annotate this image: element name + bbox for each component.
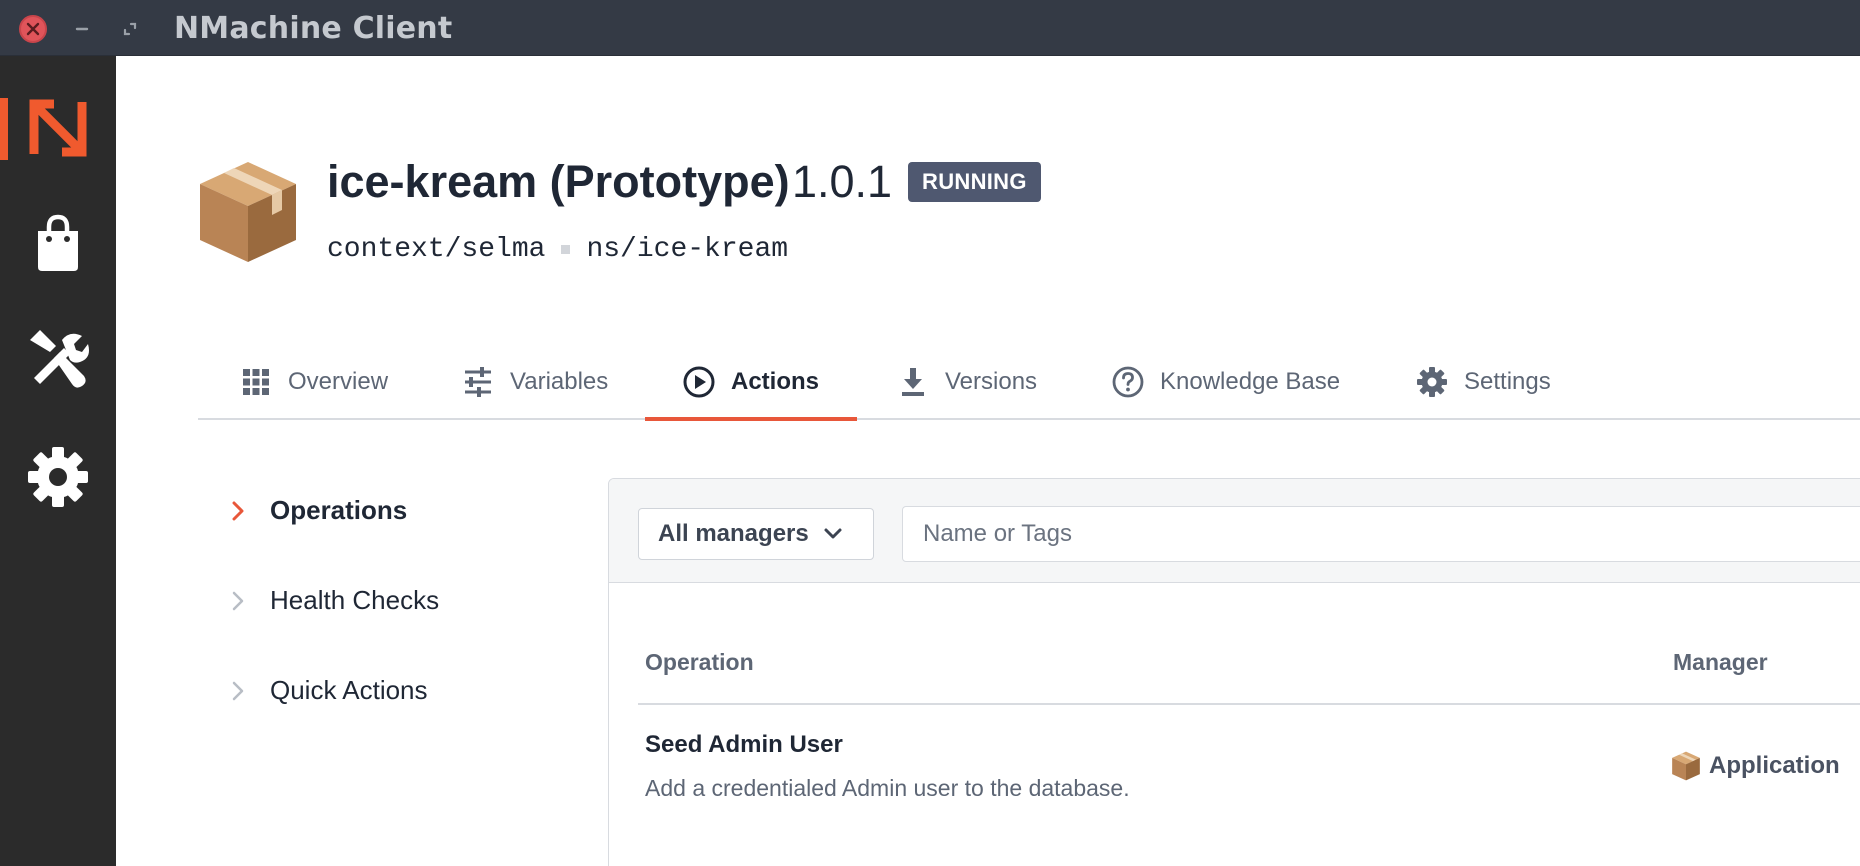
column-header-manager: Manager [1673, 649, 1768, 675]
close-icon [26, 22, 40, 36]
search-input[interactable] [902, 506, 1860, 562]
manager-name: Application [1709, 752, 1840, 779]
tab-overview[interactable]: Overview [240, 344, 388, 420]
column-header-operation: Operation [645, 649, 754, 675]
manager-select[interactable]: All managers [638, 508, 874, 560]
app-sidebar [0, 56, 116, 866]
context-namespace-line: context/selma ns/ice-kream [327, 234, 788, 265]
play-circle-icon [683, 366, 715, 398]
tab-actions[interactable]: Actions [683, 344, 819, 420]
operations-panel: All managers Operation Manager Seed Admi… [608, 478, 1860, 866]
tools-icon [30, 330, 89, 388]
sidebar-item-tools[interactable] [26, 328, 90, 392]
subnav-label: Operations [270, 495, 408, 525]
subnav-label: Quick Actions [270, 675, 428, 705]
subnav-operations[interactable]: Operations [226, 495, 407, 526]
window-title: NMachine Client [174, 11, 453, 46]
context-label: context/selma [327, 234, 546, 265]
tab-label: Variables [510, 368, 609, 395]
subnav-health-checks[interactable]: Health Checks [226, 585, 439, 616]
subnav-quick-actions[interactable]: Quick Actions [226, 675, 428, 706]
tab-label: Actions [731, 368, 820, 395]
tab-label: Knowledge Base [1160, 368, 1341, 395]
sidebar-item-store[interactable] [26, 211, 90, 275]
tab-variables[interactable]: Variables [462, 344, 608, 420]
grid-icon [243, 369, 269, 395]
gear-icon [1417, 367, 1447, 397]
shopping-bag-icon [38, 214, 78, 271]
window-titlebar: NMachine Client [0, 0, 1860, 56]
chevron-down-icon [824, 528, 842, 539]
tab-bar: Overview Variables Actions Versions Know… [198, 344, 1860, 420]
namespace-label: ns/ice-kream [586, 234, 789, 265]
gear-icon [28, 447, 88, 507]
sidebar-active-indicator [0, 98, 8, 160]
tab-settings[interactable]: Settings [1416, 344, 1551, 420]
operation-description: Add a credentialed Admin user to the dat… [645, 775, 1130, 801]
status-badge: RUNNING [908, 162, 1041, 202]
subnav-label: Health Checks [270, 585, 440, 615]
tab-versions[interactable]: Versions [897, 344, 1037, 420]
chevron-right-icon [232, 681, 244, 700]
operation-name[interactable]: Seed Admin User [645, 731, 843, 759]
manager-cell: Application [1671, 751, 1840, 781]
download-icon [902, 368, 924, 396]
manager-select-value: All managers [658, 520, 809, 547]
chevron-right-icon [232, 591, 244, 610]
package-box-icon [200, 162, 296, 262]
close-window-button[interactable] [19, 15, 47, 43]
page-title: ice-kream (Prototype) [327, 156, 790, 207]
sidebar-item-settings[interactable] [26, 445, 90, 509]
nmachine-logo-icon [29, 99, 87, 157]
separator-dot [561, 245, 571, 254]
help-circle-icon [1112, 366, 1144, 398]
version-label: 1.0.1 [792, 156, 893, 207]
sliders-icon [465, 367, 491, 397]
chevron-right-icon [232, 501, 244, 520]
tab-label: Settings [1464, 368, 1551, 395]
tab-knowledge-base[interactable]: Knowledge Base [1112, 344, 1340, 420]
tab-label: Versions [945, 368, 1038, 395]
active-tab-indicator [645, 417, 857, 421]
sidebar-item-home[interactable] [26, 96, 90, 160]
package-box-icon [1672, 751, 1700, 781]
filter-bar: All managers [609, 479, 1860, 583]
minimize-icon[interactable] [74, 22, 90, 36]
maximize-icon[interactable] [121, 20, 139, 38]
tab-label: Overview [288, 368, 389, 395]
